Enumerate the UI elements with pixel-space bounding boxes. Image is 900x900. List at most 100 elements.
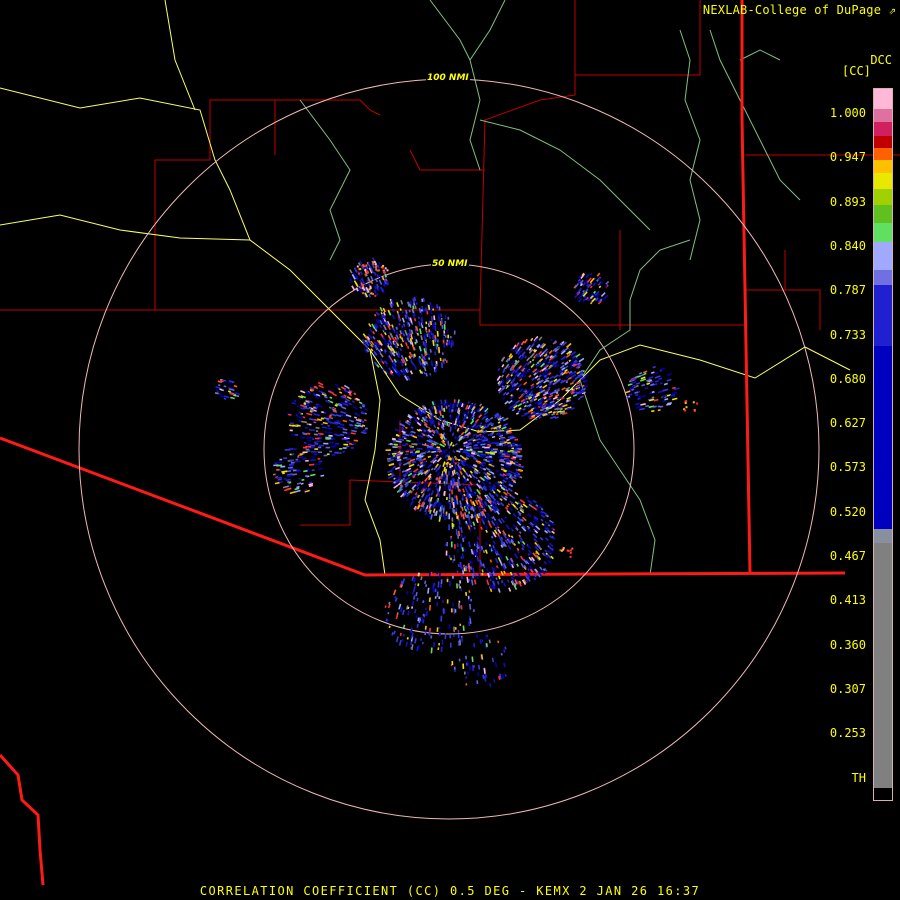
echo-gate (486, 568, 490, 574)
echo-gate (294, 489, 301, 493)
echo-gate (564, 346, 569, 351)
echo-gate (517, 403, 523, 407)
echo-gate (457, 480, 461, 487)
echo-gate (433, 466, 437, 471)
echo-gate (410, 636, 413, 639)
echo-gate (535, 385, 540, 389)
echo-gate (469, 403, 474, 409)
echo-gate (314, 405, 319, 409)
echo-gate (289, 468, 295, 471)
echo-gate (305, 391, 312, 395)
echo-gate (456, 419, 459, 422)
echo-gate (506, 509, 510, 514)
echo-gate (309, 409, 315, 412)
echo-gate (671, 397, 678, 401)
echo-gate (544, 400, 548, 404)
echo-gate (440, 475, 444, 480)
echo-gate (451, 420, 455, 427)
external-link-icon[interactable]: ⇗ (889, 3, 896, 17)
echo-gate (379, 324, 383, 329)
echo-gate (214, 392, 220, 395)
echo-gate (438, 493, 441, 498)
echo-gate (427, 353, 431, 358)
echo-gate (510, 457, 516, 460)
echo-gate (423, 366, 427, 372)
echo-gate (507, 544, 512, 550)
echo-gate (639, 407, 645, 411)
echo-gate (471, 406, 475, 411)
echo-gate (457, 476, 461, 480)
echo-gate (387, 603, 391, 609)
echo-gate (538, 336, 543, 341)
echo-gate (485, 642, 488, 648)
echo-gate (392, 466, 396, 469)
echo-gate (570, 407, 575, 410)
echo-gate (519, 499, 526, 504)
echo-gate (227, 390, 231, 393)
echo-gate (566, 549, 569, 552)
echo-gate (577, 387, 581, 390)
echo-gate (411, 443, 418, 446)
echo-gate (418, 321, 421, 327)
echo-gate (560, 549, 563, 552)
echo-gate (300, 482, 304, 485)
echo-gate (412, 416, 418, 421)
echo-gate (407, 316, 411, 322)
echo-gate (568, 370, 573, 374)
echo-gate (499, 554, 504, 561)
echo-gate (338, 387, 341, 391)
echo-gate (472, 567, 475, 574)
echo-gate (578, 298, 583, 303)
echo-gate (489, 462, 494, 465)
echo-gate (504, 385, 508, 389)
echo-gate (628, 393, 633, 397)
echo-gate (596, 272, 601, 277)
echo-gate (342, 419, 348, 423)
product-caption: CORRELATION COEFFICIENT (CC) 0.5 DEG - K… (199, 884, 701, 898)
echo-gate (519, 357, 523, 360)
echo-gate (670, 393, 676, 397)
echo-gate (391, 303, 394, 307)
echo-gate (300, 404, 307, 408)
legend-label: 0.787 (829, 283, 866, 298)
legend-label: 0.893 (829, 194, 866, 209)
echo-gate (521, 547, 525, 551)
echo-gate (462, 483, 465, 486)
echo-gate (471, 473, 476, 479)
echo-gate (552, 537, 556, 540)
echo-gate (502, 369, 506, 374)
echo-gate (367, 264, 372, 269)
echo-gate (502, 479, 507, 483)
echo-gate (565, 374, 572, 379)
echo-gate (423, 371, 426, 375)
echo-gate (504, 516, 507, 520)
echo-gate (684, 409, 687, 412)
echo-gate (374, 294, 377, 297)
echo-gate (342, 431, 348, 434)
echo-gate (430, 331, 433, 336)
echo-gate (366, 272, 369, 275)
echo-gate (349, 424, 354, 427)
legend-label: 0.253 (829, 726, 866, 741)
echo-gate (349, 277, 354, 284)
echo-gate (412, 586, 416, 593)
echo-gate (451, 470, 455, 476)
echo-gate (380, 348, 383, 352)
echo-gate (503, 469, 507, 473)
echo-gate (411, 345, 416, 351)
echo-gate (362, 429, 366, 432)
echo-gate (418, 307, 422, 313)
echo-gate (438, 501, 441, 507)
echo-gate (458, 488, 461, 492)
echo-gate (641, 383, 646, 387)
echo-gate (489, 488, 494, 493)
echo-gate (574, 356, 579, 361)
echo-gate (449, 441, 453, 446)
echo-gate (391, 474, 395, 478)
echo-gate (437, 404, 441, 410)
echo-gate (590, 272, 593, 276)
echo-gate (409, 317, 413, 324)
echo-gate (480, 545, 484, 550)
echo-gate (432, 339, 435, 347)
echo-gate (535, 418, 538, 421)
